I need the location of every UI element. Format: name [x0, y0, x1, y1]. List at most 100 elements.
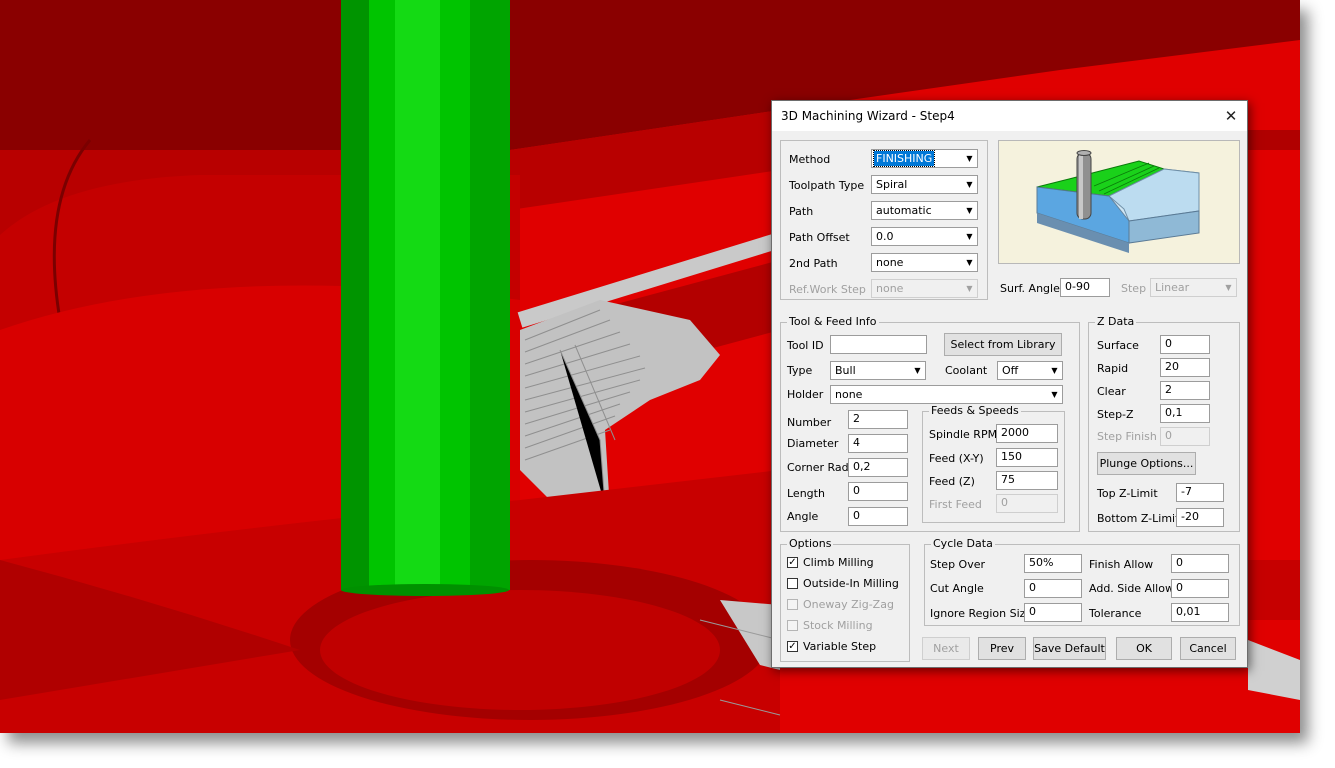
method-group: Method FINISHING ▼ Toolpath Type Spiral … [780, 140, 988, 300]
tool-id-label: Tool ID [787, 339, 824, 352]
ref-work-step-select[interactable]: none ▼ [871, 279, 978, 298]
number-label: Number [787, 416, 832, 429]
finish-allow-label: Finish Allow [1089, 558, 1154, 571]
method-value: FINISHING [872, 150, 936, 167]
holder-select[interactable]: none ▼ [830, 385, 1063, 404]
diameter-input[interactable]: 4 [848, 434, 908, 453]
coolant-label: Coolant [945, 364, 988, 377]
ignore-region-label: Ignore Region Size [930, 607, 1033, 620]
variable-step-label: Variable Step [803, 640, 877, 653]
dialog-title: 3D Machining Wizard - Step4 [781, 109, 955, 123]
cut-angle-input[interactable]: 0 [1024, 579, 1082, 598]
rapid-label: Rapid [1097, 362, 1129, 375]
angle-input[interactable]: 0 [848, 507, 908, 526]
chevron-down-icon: ▼ [966, 180, 973, 189]
second-path-select[interactable]: none ▼ [871, 253, 978, 272]
toolpath-type-value: Spiral [876, 178, 908, 191]
step-select[interactable]: Linear ▼ [1150, 278, 1237, 297]
path-select[interactable]: automatic ▼ [871, 201, 978, 220]
feeds-speeds-group: Feeds & Speeds Spindle RPM 2000 Feed (X-… [922, 404, 1065, 523]
variable-step-checkbox[interactable]: ✓ [787, 641, 798, 652]
climb-milling-checkbox[interactable]: ✓ [787, 557, 798, 568]
number-input[interactable]: 2 [848, 410, 908, 429]
chevron-down-icon: ▼ [1225, 283, 1232, 292]
ref-work-step-label: Ref.Work Step [789, 283, 866, 296]
top-z-limit-input[interactable]: -7 [1176, 483, 1224, 502]
type-label: Type [787, 364, 813, 377]
climb-milling-label: Climb Milling [803, 556, 874, 569]
title-bar[interactable]: 3D Machining Wizard - Step4 ✕ [772, 101, 1247, 131]
first-feed-input[interactable]: 0 [996, 494, 1058, 513]
first-feed-label: First Feed [929, 498, 982, 511]
step-over-input[interactable]: 50% [1024, 554, 1082, 573]
coolant-select[interactable]: Off ▼ [997, 361, 1063, 380]
chevron-down-icon: ▼ [1051, 366, 1058, 375]
spindle-input[interactable]: 2000 [996, 424, 1058, 443]
chevron-down-icon: ▼ [966, 284, 973, 293]
method-select[interactable]: FINISHING ▼ [871, 149, 978, 168]
tool-id-input[interactable] [830, 335, 927, 354]
plunge-options-button[interactable]: Plunge Options... [1097, 452, 1196, 475]
step-finish-input[interactable]: 0 [1160, 427, 1210, 446]
feed-z-input[interactable]: 75 [996, 471, 1058, 490]
surface-label: Surface [1097, 339, 1139, 352]
add-side-allow-label: Add. Side Allow [1089, 582, 1174, 595]
oneway-zigzag-checkbox[interactable] [787, 599, 798, 610]
path-offset-label: Path Offset [789, 231, 850, 244]
options-legend: Options [787, 537, 834, 550]
cut-angle-label: Cut Angle [930, 582, 984, 595]
tolerance-label: Tolerance [1089, 607, 1142, 620]
surf-angle-label: Surf. Angle [1000, 282, 1060, 295]
holder-label: Holder [787, 388, 824, 401]
length-input[interactable]: 0 [848, 482, 908, 501]
surf-angle-input[interactable]: 0-90 [1060, 278, 1110, 297]
coolant-value: Off [1002, 364, 1019, 377]
chevron-down-icon: ▼ [914, 366, 921, 375]
surface-input[interactable]: 0 [1160, 335, 1210, 354]
corner-rad-label: Corner Rad [787, 461, 849, 474]
z-data-legend: Z Data [1095, 315, 1137, 328]
chevron-down-icon: ▼ [966, 154, 973, 163]
prev-button[interactable]: Prev [978, 637, 1026, 660]
tolerance-input[interactable]: 0,01 [1171, 603, 1229, 622]
machining-wizard-dialog: 3D Machining Wizard - Step4 ✕ Method FIN… [771, 100, 1248, 668]
step-value: Linear [1155, 281, 1190, 294]
ignore-region-input[interactable]: 0 [1024, 603, 1082, 622]
path-offset-select[interactable]: 0.0 ▼ [871, 227, 978, 246]
feed-xy-input[interactable]: 150 [996, 448, 1058, 467]
ok-button[interactable]: OK [1116, 637, 1172, 660]
type-select[interactable]: Bull ▼ [830, 361, 926, 380]
step-label: Step [1121, 282, 1147, 295]
feed-z-label: Feed (Z) [929, 475, 975, 488]
path-offset-value: 0.0 [876, 230, 894, 243]
options-group: Options ✓ Climb Milling Outside-In Milli… [780, 537, 910, 662]
feeds-speeds-legend: Feeds & Speeds [929, 404, 1021, 417]
toolpath-type-select[interactable]: Spiral ▼ [871, 175, 978, 194]
add-side-allow-input[interactable]: 0 [1171, 579, 1229, 598]
cycle-data-legend: Cycle Data [931, 537, 995, 550]
toolpath-preview-image [998, 140, 1240, 264]
step-z-input[interactable]: 0,1 [1160, 404, 1210, 423]
cancel-button[interactable]: Cancel [1180, 637, 1236, 660]
outside-in-checkbox[interactable] [787, 578, 798, 589]
finish-allow-input[interactable]: 0 [1171, 554, 1229, 573]
stock-milling-checkbox[interactable] [787, 620, 798, 631]
step-over-label: Step Over [930, 558, 985, 571]
save-default-button[interactable]: Save Default [1033, 637, 1106, 660]
corner-rad-input[interactable]: 0,2 [848, 458, 908, 477]
path-label: Path [789, 205, 814, 218]
toolpath-type-label: Toolpath Type [789, 179, 865, 192]
tool-feed-group: Tool & Feed Info Tool ID Select from Lib… [780, 315, 1080, 532]
spindle-label: Spindle RPM [929, 428, 998, 441]
clear-input[interactable]: 2 [1160, 381, 1210, 400]
close-icon[interactable]: ✕ [1215, 101, 1247, 131]
select-library-button[interactable]: Select from Library [944, 333, 1062, 356]
length-label: Length [787, 487, 825, 500]
bottom-z-limit-input[interactable]: -20 [1176, 508, 1224, 527]
rapid-input[interactable]: 20 [1160, 358, 1210, 377]
angle-label: Angle [787, 510, 819, 523]
bottom-z-limit-label: Bottom Z-Limit [1097, 512, 1180, 525]
next-button[interactable]: Next [922, 637, 970, 660]
tool-feed-legend: Tool & Feed Info [787, 315, 879, 328]
clear-label: Clear [1097, 385, 1126, 398]
